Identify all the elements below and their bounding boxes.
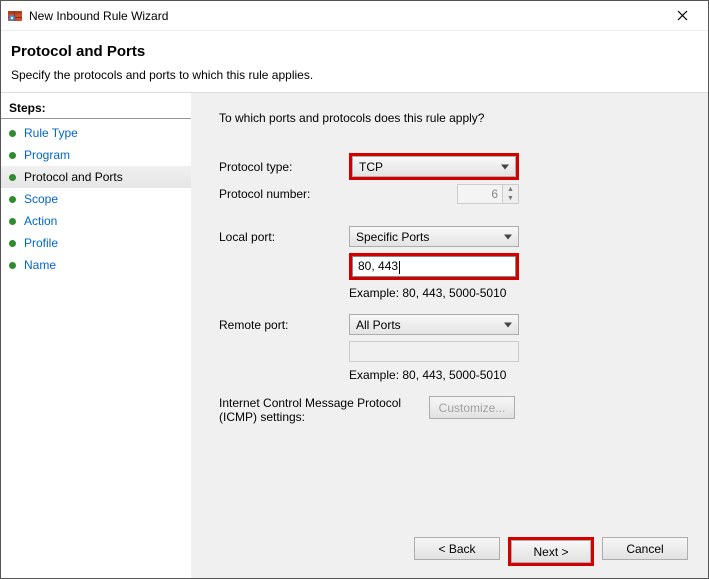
icmp-label: Internet Control Message Protocol (ICMP)…	[219, 396, 429, 424]
remote-port-mode: All Ports	[356, 318, 401, 332]
protocol-type-label: Protocol type:	[219, 160, 349, 174]
spinner-down-icon[interactable]: ▼	[503, 194, 518, 203]
next-button[interactable]: Next >	[511, 540, 591, 563]
highlight-local-port-input: 80, 443	[349, 253, 519, 280]
bullet-icon	[9, 130, 16, 137]
remote-port-input	[349, 341, 519, 362]
close-button[interactable]	[662, 2, 702, 30]
step-action[interactable]: Action	[1, 210, 191, 232]
step-label: Program	[24, 148, 70, 162]
protocol-type-dropdown[interactable]: TCP	[352, 156, 516, 177]
window-title: New Inbound Rule Wizard	[29, 9, 662, 23]
cancel-button[interactable]: Cancel	[602, 537, 688, 560]
bullet-icon	[9, 218, 16, 225]
local-port-label: Local port:	[219, 230, 349, 244]
step-protocol-and-ports[interactable]: Protocol and Ports	[1, 166, 191, 188]
highlight-protocol-type: TCP	[349, 153, 519, 180]
firewall-icon	[7, 8, 23, 24]
protocol-number-label: Protocol number:	[219, 187, 349, 201]
wizard-header: Protocol and Ports Specify the protocols…	[1, 31, 708, 92]
page-description: Specify the protocols and ports to which…	[11, 68, 698, 82]
step-label: Rule Type	[24, 126, 78, 140]
local-port-input-row: 80, 443	[219, 253, 688, 280]
step-label: Name	[24, 258, 56, 272]
protocol-number-value: 6	[458, 187, 502, 201]
bullet-icon	[9, 174, 16, 181]
spinner-arrows: ▲ ▼	[502, 185, 518, 203]
bullet-icon	[9, 240, 16, 247]
local-port-example: Example: 80, 443, 5000-5010	[349, 286, 688, 300]
protocol-type-row: Protocol type: TCP	[219, 153, 688, 180]
protocol-number-spinner: 6 ▲ ▼	[457, 184, 519, 204]
spinner-up-icon[interactable]: ▲	[503, 185, 518, 194]
wizard-buttons: < Back Next > Cancel	[219, 517, 688, 566]
step-label: Action	[24, 214, 57, 228]
local-port-dropdown[interactable]: Specific Ports	[349, 226, 519, 247]
highlight-next-button: Next >	[508, 537, 594, 566]
local-port-input[interactable]: 80, 443	[352, 256, 516, 277]
question-text: To which ports and protocols does this r…	[219, 111, 688, 125]
remote-port-row: Remote port: All Ports	[219, 314, 688, 335]
remote-port-dropdown[interactable]: All Ports	[349, 314, 519, 335]
steps-heading: Steps:	[1, 99, 191, 119]
step-label: Scope	[24, 192, 58, 206]
remote-port-example: Example: 80, 443, 5000-5010	[349, 368, 688, 382]
step-name[interactable]: Name	[1, 254, 191, 276]
chevron-down-icon	[501, 164, 509, 169]
bullet-icon	[9, 152, 16, 159]
steps-list: Rule Type Program Protocol and Ports Sco…	[1, 122, 191, 276]
wizard-body: Steps: Rule Type Program Protocol and Po…	[1, 92, 708, 578]
local-port-value: 80, 443	[358, 259, 400, 273]
protocol-type-value: TCP	[359, 160, 383, 174]
steps-panel: Steps: Rule Type Program Protocol and Po…	[1, 93, 191, 578]
back-button[interactable]: < Back	[414, 537, 500, 560]
chevron-down-icon	[504, 322, 512, 327]
icmp-row: Internet Control Message Protocol (ICMP)…	[219, 396, 688, 424]
main-panel: To which ports and protocols does this r…	[191, 93, 708, 578]
local-port-mode: Specific Ports	[356, 230, 429, 244]
step-label: Protocol and Ports	[24, 170, 123, 184]
titlebar: New Inbound Rule Wizard	[1, 1, 708, 31]
bullet-icon	[9, 196, 16, 203]
step-profile[interactable]: Profile	[1, 232, 191, 254]
bullet-icon	[9, 262, 16, 269]
local-port-row: Local port: Specific Ports	[219, 226, 688, 247]
step-rule-type[interactable]: Rule Type	[1, 122, 191, 144]
wizard-window: New Inbound Rule Wizard Protocol and Por…	[0, 0, 709, 579]
chevron-down-icon	[504, 234, 512, 239]
step-label: Profile	[24, 236, 58, 250]
remote-port-label: Remote port:	[219, 318, 349, 332]
step-program[interactable]: Program	[1, 144, 191, 166]
step-scope[interactable]: Scope	[1, 188, 191, 210]
page-title: Protocol and Ports	[11, 43, 698, 60]
customize-button: Customize...	[429, 396, 515, 419]
remote-port-input-row	[219, 341, 688, 362]
protocol-number-row: Protocol number: 6 ▲ ▼	[219, 184, 688, 204]
